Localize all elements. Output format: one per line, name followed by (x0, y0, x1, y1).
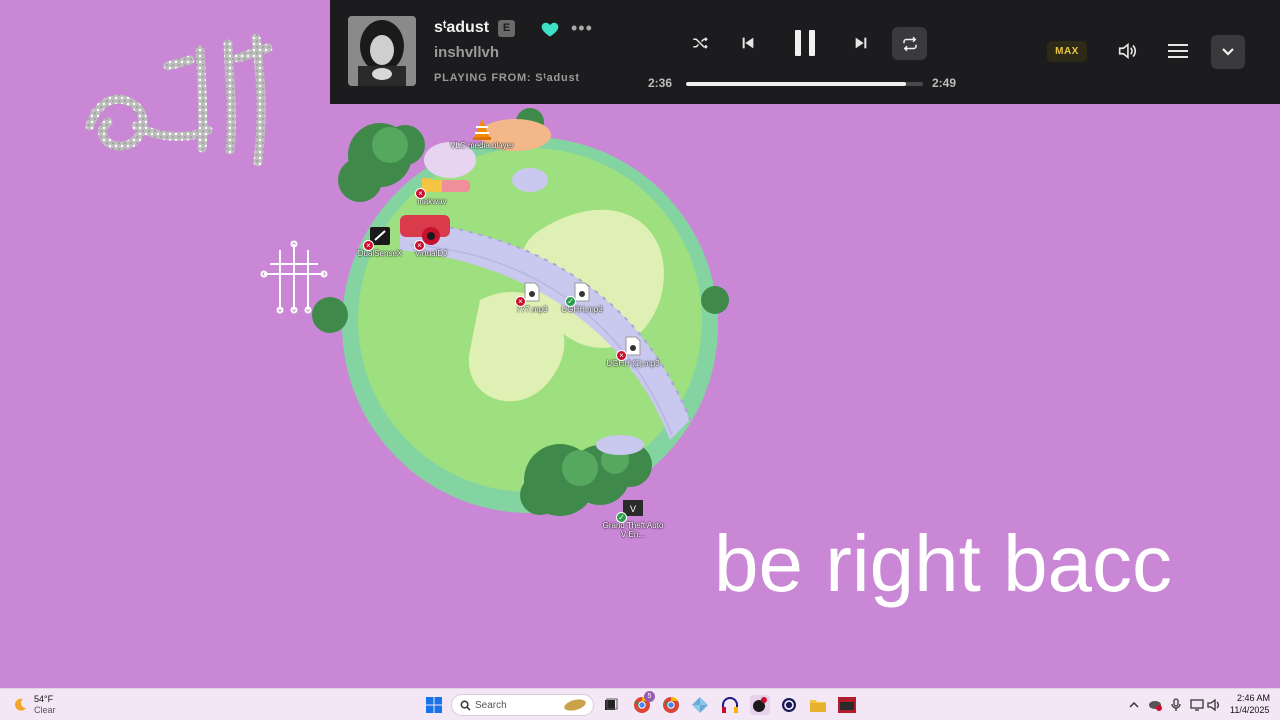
video-app-button[interactable] (837, 695, 857, 715)
pause-button[interactable] (789, 26, 821, 60)
quality-badge[interactable]: MAX (1047, 41, 1087, 62)
chrome-button[interactable] (661, 695, 681, 715)
explicit-badge: E (498, 20, 515, 37)
collapse-button[interactable] (1211, 35, 1245, 69)
shuffle-icon (693, 37, 708, 49)
task-view-icon (605, 698, 618, 710)
overlay-text: be right bacc (714, 519, 1173, 608)
planet-wallpaper-illustration (312, 108, 729, 516)
skip-back-icon (742, 37, 754, 49)
desktop-icon-label: UGHH (1).mp3 (606, 359, 660, 368)
desktop-icon-label: inakwav (417, 197, 447, 206)
pinwheel-icon (692, 697, 708, 713)
elapsed-time: 2:36 (648, 76, 673, 90)
heart-icon[interactable] (540, 19, 560, 39)
record-app-button[interactable] (750, 695, 770, 715)
desktop-icon-label: Grand Theft Auto V En... (602, 521, 664, 539)
clock-time[interactable]: 2:46 AM (1237, 693, 1270, 703)
shuffle-button[interactable] (687, 30, 713, 56)
track-artist[interactable]: inshvllvh (434, 44, 499, 61)
synced-status-icon: ✓ (565, 296, 576, 307)
audio-file-icon: ✓ (565, 282, 593, 307)
search-placeholder: Search (475, 700, 507, 711)
circle-app-button[interactable] (779, 695, 799, 715)
chevron-up-icon (1129, 701, 1139, 708)
moon-icon (15, 698, 26, 711)
desktop-icon-label: VLC media player (450, 141, 514, 150)
notification-count: 5 (644, 691, 655, 702)
audio-file-icon: × (515, 282, 543, 307)
glitter-calligraphy-image (85, 33, 273, 167)
circle-app-icon (782, 698, 796, 712)
start-button[interactable] (424, 695, 444, 715)
track-title[interactable]: sᵗadust (434, 19, 489, 37)
desktop-icon-label: UGHH.mp3 (561, 305, 603, 314)
more-options-icon[interactable]: ••• (571, 18, 593, 39)
next-button[interactable] (848, 30, 874, 56)
skip-forward-icon (855, 37, 867, 49)
desktop-icon-ughh-mp3[interactable]: ✓ UGHH.mp3 (550, 282, 614, 314)
previous-button[interactable] (735, 30, 761, 56)
repeat-icon (902, 36, 917, 51)
microphone-icon (1171, 698, 1181, 711)
desktop-icon-ughh-1-mp3[interactable]: × UGHH (1).mp3 (601, 336, 665, 368)
microphone-button[interactable] (1166, 695, 1186, 715)
error-status-icon: × (414, 240, 425, 251)
file-explorer-icon (810, 700, 826, 712)
taskbar-search-box[interactable]: Search (451, 694, 594, 716)
file-explorer-button[interactable] (808, 695, 828, 715)
music-player-bar: sᵗadust E ••• inshvllvh PLAYING FROM: Sᵗ… (330, 0, 1280, 104)
search-icon (460, 700, 471, 711)
taskbar: 54°F Clear Search 5 2:46 AM 11/4/2025 (0, 688, 1280, 720)
weather-temperature: 54°F (34, 694, 54, 704)
chevron-down-icon (1222, 48, 1234, 56)
pinwheel-app-button[interactable] (690, 695, 710, 715)
desktop-icon-inakwav[interactable]: × inakwav (400, 174, 464, 206)
pause-icon (795, 30, 815, 56)
weather-condition: Clear (34, 705, 56, 715)
vlc-icon (471, 118, 493, 140)
folder-icon: × (415, 174, 443, 199)
queue-button[interactable] (1165, 38, 1191, 64)
speaker-icon (1207, 699, 1219, 711)
error-status-icon: × (415, 188, 426, 199)
video-app-icon (838, 697, 856, 713)
volume-button[interactable] (1114, 38, 1140, 64)
progress-bar[interactable] (686, 82, 923, 86)
gta-icon: V ✓ (616, 498, 644, 523)
cloud-error-icon (1149, 701, 1162, 711)
audio-file-icon: × (616, 336, 644, 361)
progress-fill (686, 82, 907, 86)
desktop-icon-label: VirtualDJ (414, 249, 448, 258)
clock-date[interactable]: 11/4/2025 (1230, 705, 1269, 715)
error-status-icon: × (616, 350, 627, 361)
desktop-icon-vlc[interactable]: VLC media player (450, 118, 514, 150)
chrome-profile-button[interactable]: 5 (632, 691, 655, 715)
repeat-button[interactable] (892, 27, 927, 60)
chrome-icon (663, 696, 679, 713)
volume-tray-button[interactable] (1204, 695, 1224, 715)
virtualdj-icon: × (414, 226, 442, 251)
menu-icon (1168, 44, 1188, 58)
volume-icon (1118, 42, 1137, 60)
svg-text:V: V (630, 504, 636, 514)
album-art[interactable] (348, 16, 416, 86)
desktop-icon-virtualdj[interactable]: × VirtualDJ (399, 226, 463, 258)
show-hidden-icons-button[interactable] (1124, 695, 1144, 715)
tray-app-button[interactable] (1145, 695, 1165, 715)
network-icon (1190, 699, 1204, 711)
headphones-app-button[interactable] (720, 695, 740, 715)
task-view-button[interactable] (601, 695, 621, 715)
headphones-icon (722, 697, 738, 713)
synced-status-icon: ✓ (616, 512, 627, 523)
error-status-icon: × (363, 240, 374, 251)
record-icon (753, 697, 767, 712)
total-duration: 2:49 (932, 76, 957, 90)
windows-start-icon (426, 697, 442, 713)
app-icon: × (363, 226, 391, 251)
search-highlight-icon (564, 699, 586, 711)
playing-from-label[interactable]: PLAYING FROM: Sᵗadust (434, 72, 580, 84)
error-status-icon: × (515, 296, 526, 307)
desktop-icon-gta-v[interactable]: V ✓ Grand Theft Auto V En... (601, 498, 665, 539)
